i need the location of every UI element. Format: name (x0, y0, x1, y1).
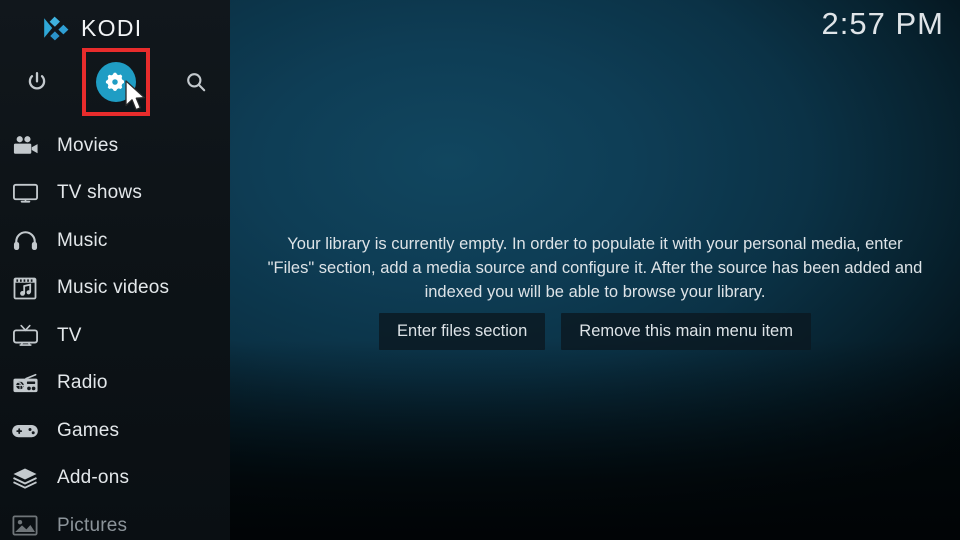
action-button-row: Enter files section Remove this main men… (230, 313, 960, 350)
gamepad-icon (10, 421, 40, 441)
remove-main-menu-item-button[interactable]: Remove this main menu item (561, 313, 811, 350)
top-icon-row (0, 48, 230, 116)
film-strip-note-icon (10, 277, 40, 300)
search-icon (187, 73, 206, 92)
clock: 2:57 PM (821, 6, 944, 41)
kodi-home-screen: Your library is currently empty. In orde… (0, 0, 960, 540)
search-button[interactable] (162, 48, 230, 116)
sidebar-item-label: Add-ons (57, 467, 130, 489)
sidebar-item-music[interactable]: Music (0, 217, 230, 265)
power-button[interactable] (3, 48, 71, 116)
enter-files-section-button[interactable]: Enter files section (379, 313, 546, 350)
main-menu: Movies TV shows Music Music videos TV Ra… (0, 122, 230, 540)
sidebar-item-label: Pictures (57, 514, 128, 536)
sidebar-item-tv[interactable]: TV (0, 312, 230, 360)
kodi-logo-icon (44, 16, 69, 41)
main-panel: Your library is currently empty. In orde… (230, 0, 960, 540)
sidebar-item-label: TV (57, 324, 82, 346)
power-icon (28, 72, 46, 90)
sidebar-item-tv-shows[interactable]: TV shows (0, 170, 230, 218)
app-name: KODI (81, 14, 143, 41)
sidebar-item-pictures[interactable]: Pictures (0, 502, 230, 540)
sidebar-item-radio[interactable]: Radio (0, 360, 230, 408)
sidebar-item-music-videos[interactable]: Music videos (0, 265, 230, 313)
sidebar-item-movies[interactable]: Movies (0, 122, 230, 170)
app-logo: KODI (0, 10, 230, 46)
sidebar-item-label: Movies (57, 134, 119, 156)
empty-library-message: Your library is currently empty. In orde… (267, 235, 923, 301)
sidebar-item-label: Music (57, 229, 108, 251)
sidebar-item-label: Games (57, 419, 120, 441)
addon-box-icon (10, 467, 40, 490)
headphones-icon (10, 230, 40, 252)
television-icon (10, 324, 40, 347)
sidebar-item-label: Music videos (57, 277, 170, 299)
settings-circle (96, 62, 136, 102)
sidebar: KODI Movies TV shows Music Music videos … (0, 0, 230, 540)
monitor-icon (10, 182, 40, 204)
gear-icon (105, 72, 125, 91)
sidebar-item-label: TV shows (57, 182, 143, 204)
sidebar-item-games[interactable]: Games (0, 407, 230, 455)
settings-button[interactable] (82, 48, 150, 116)
radio-icon (10, 372, 40, 394)
sidebar-item-label: Radio (57, 372, 108, 394)
sidebar-item-add-ons[interactable]: Add-ons (0, 455, 230, 503)
picture-icon (10, 515, 40, 536)
movie-camera-icon (10, 135, 40, 157)
